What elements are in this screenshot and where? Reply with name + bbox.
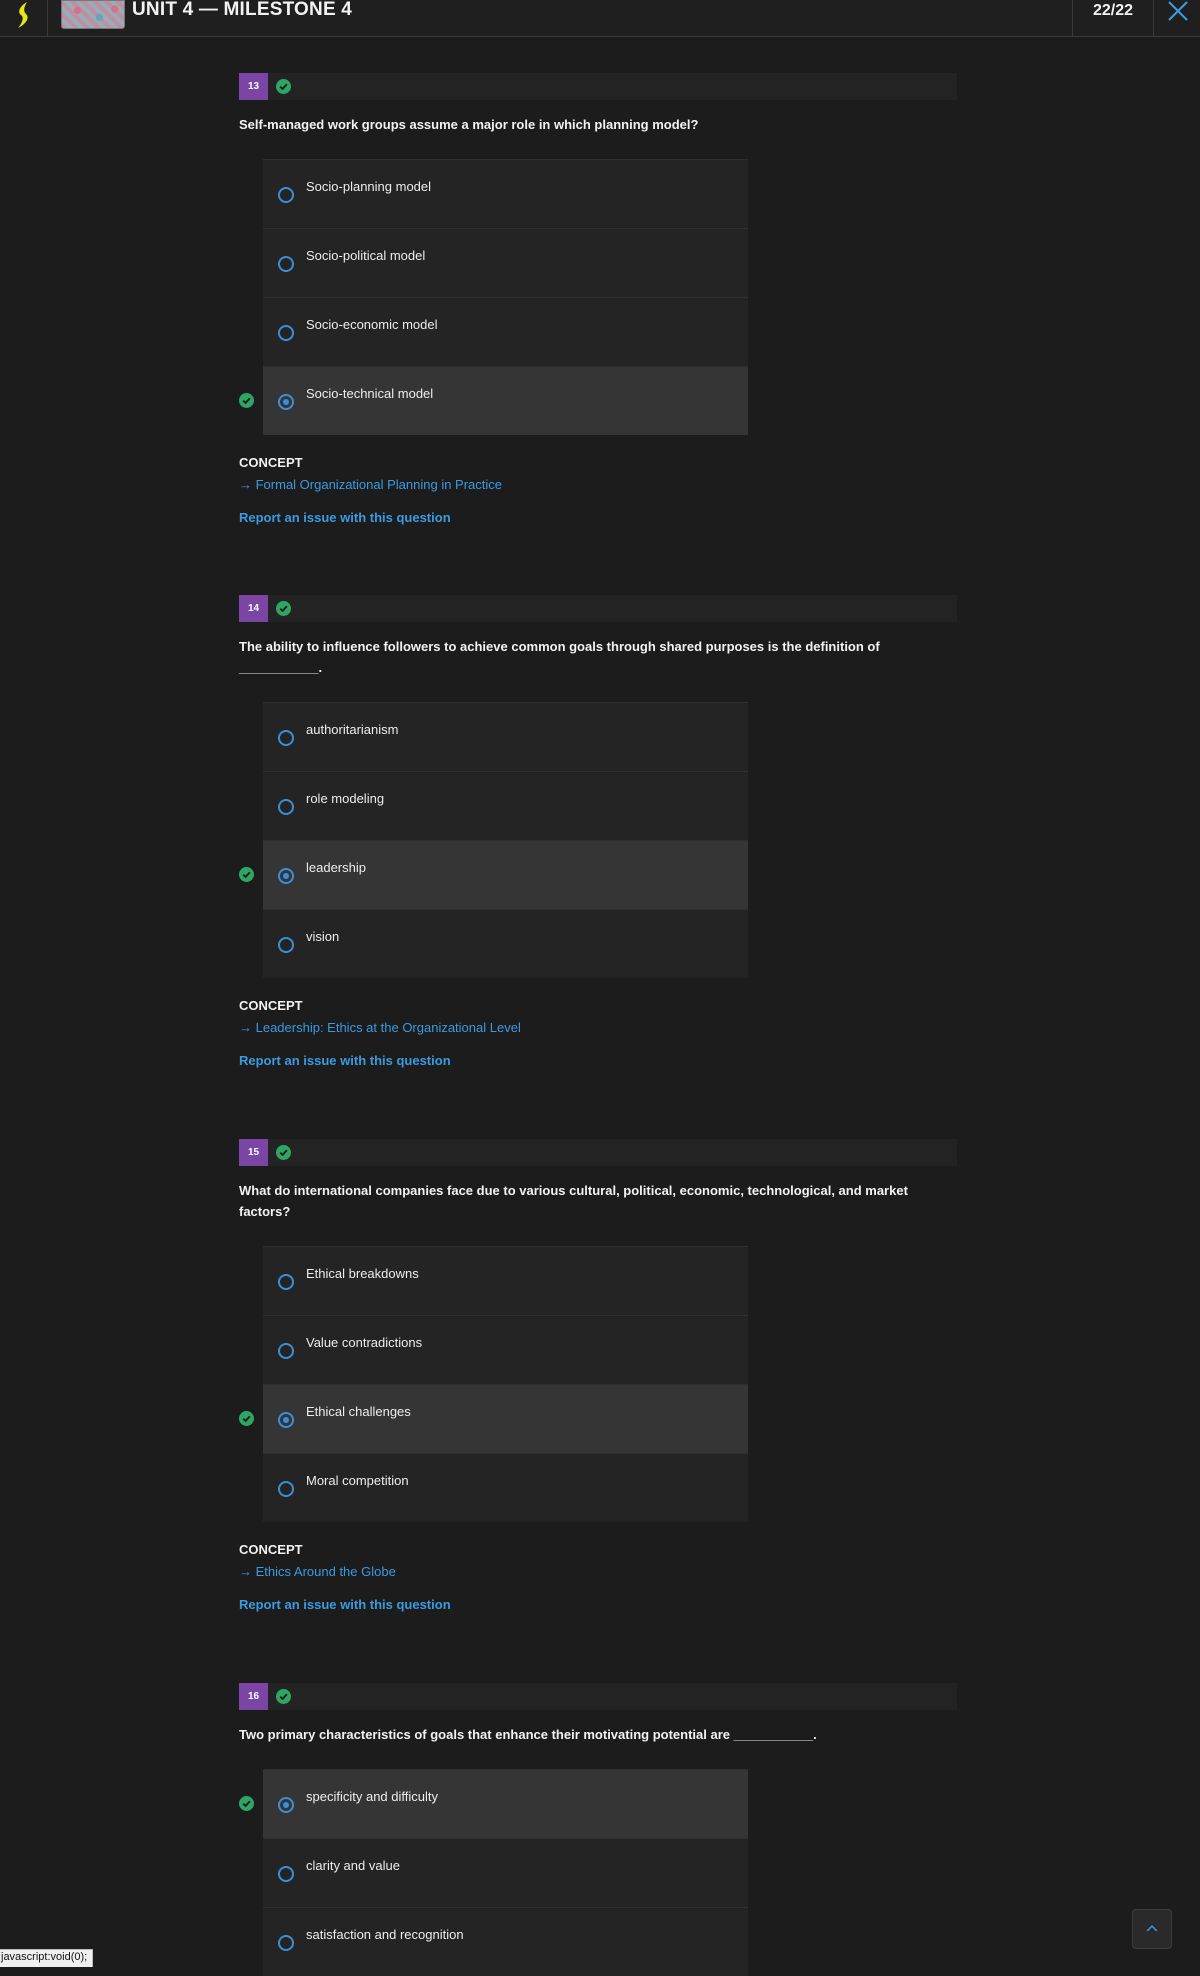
report-issue-link[interactable]: Report an issue with this question (239, 1053, 957, 1068)
check-circle-icon (276, 79, 291, 94)
report-issue-link[interactable]: Report an issue with this question (239, 1597, 957, 1612)
answer-option[interactable]: Socio-economic model (263, 297, 748, 366)
chevron-up-icon (1146, 1925, 1158, 1932)
answer-option-selected[interactable]: Socio-technical model (239, 366, 748, 435)
radio-button[interactable] (278, 1274, 294, 1290)
option-label: Value contradictions (306, 1335, 423, 1350)
header-divider (1153, 0, 1154, 36)
answer-option[interactable]: Moral competition (263, 1453, 748, 1522)
option-label: Socio-technical model (306, 386, 434, 401)
question-text: What do international companies face due… (239, 1183, 908, 1219)
option-label: Socio-economic model (306, 317, 438, 332)
concept-heading: CONCEPT (239, 455, 303, 470)
option-label: leadership (306, 860, 366, 875)
unit-thumbnail (61, 0, 125, 29)
question-block: 14 The ability to influence followers to… (239, 595, 957, 1068)
answer-option[interactable]: Ethical breakdowns (263, 1246, 748, 1315)
answer-option[interactable]: authoritarianism (263, 702, 748, 771)
scroll-to-top-button[interactable] (1132, 1909, 1172, 1949)
radio-button[interactable] (278, 730, 294, 746)
question-text: Self-managed work groups assume a major … (239, 117, 699, 132)
option-label: Moral competition (306, 1473, 409, 1488)
top-bar: UNIT 4 — MILESTONE 4 22/22 (0, 0, 1200, 37)
option-label: Socio-political model (306, 248, 426, 263)
answer-option[interactable]: clarity and value (263, 1838, 748, 1907)
status-bar-url: javascript:void(0); (0, 1949, 94, 1967)
question-number-badge: 13 (239, 73, 268, 100)
answer-option[interactable]: Socio-planning model (263, 159, 748, 228)
question-header: 13 (239, 73, 957, 100)
answer-option-selected[interactable]: specificity and difficulty (239, 1769, 748, 1838)
option-label: satisfaction and recognition (306, 1927, 464, 1942)
concept-heading: CONCEPT (239, 998, 303, 1013)
answer-option[interactable]: vision (263, 909, 748, 978)
question-number-badge: 15 (239, 1139, 268, 1166)
check-circle-icon (276, 601, 291, 616)
score-counter: 22/22 (1092, 2, 1134, 19)
option-label: role modeling (306, 791, 385, 806)
question-header: 15 (239, 1139, 957, 1166)
check-circle-icon (239, 1411, 254, 1426)
answer-options: specificity and difficulty clarity and v… (239, 1769, 957, 1976)
answer-option[interactable]: satisfaction and recognition (263, 1907, 748, 1976)
radio-button[interactable] (278, 868, 294, 884)
radio-button[interactable] (278, 1343, 294, 1359)
question-block: 15 What do international companies face … (239, 1139, 957, 1612)
concept-link[interactable]: → Formal Organizational Planning in Prac… (239, 477, 957, 492)
radio-button[interactable] (278, 187, 294, 203)
answer-option[interactable]: role modeling (263, 771, 748, 840)
option-label: Ethical breakdowns (306, 1266, 419, 1281)
radio-button[interactable] (278, 1935, 294, 1951)
question-header: 16 (239, 1683, 957, 1710)
radio-button[interactable] (278, 937, 294, 953)
check-circle-icon (276, 1689, 291, 1704)
radio-button[interactable] (278, 1866, 294, 1882)
answer-option[interactable]: Value contradictions (263, 1315, 748, 1384)
lightning-icon[interactable] (8, 0, 38, 30)
close-icon[interactable] (1163, 0, 1193, 26)
question-text: Two primary characteristics of goals tha… (239, 1727, 817, 1742)
question-number-badge: 16 (239, 1683, 268, 1710)
radio-button[interactable] (278, 1481, 294, 1497)
answer-option-selected[interactable]: leadership (239, 840, 748, 909)
report-issue-link[interactable]: Report an issue with this question (239, 510, 957, 525)
radio-button[interactable] (278, 799, 294, 815)
radio-button[interactable] (278, 394, 294, 410)
answer-options: Socio-planning model Socio-political mod… (239, 159, 957, 435)
check-circle-icon (239, 867, 254, 882)
question-header: 14 (239, 595, 957, 622)
radio-button[interactable] (278, 1412, 294, 1428)
radio-button[interactable] (278, 256, 294, 272)
option-label: vision (306, 929, 340, 944)
check-circle-icon (276, 1145, 291, 1160)
question-text: The ability to influence followers to ac… (239, 639, 880, 675)
radio-button[interactable] (278, 325, 294, 341)
concept-link[interactable]: → Ethics Around the Globe (239, 1564, 957, 1579)
page-title: UNIT 4 — MILESTONE 4 (132, 0, 353, 20)
radio-button[interactable] (278, 1797, 294, 1813)
option-label: clarity and value (306, 1858, 400, 1873)
answer-option-selected[interactable]: Ethical challenges (239, 1384, 748, 1453)
answer-option[interactable]: Socio-political model (263, 228, 748, 297)
option-label: Ethical challenges (306, 1404, 411, 1419)
option-label: specificity and difficulty (306, 1789, 438, 1804)
header-divider (47, 0, 48, 36)
question-block: 13 Self-managed work groups assume a maj… (239, 73, 957, 525)
concept-heading: CONCEPT (239, 1542, 303, 1557)
check-circle-icon (239, 393, 254, 408)
option-label: Socio-planning model (306, 179, 432, 194)
check-circle-icon (239, 1796, 254, 1811)
concept-link[interactable]: → Leadership: Ethics at the Organization… (239, 1020, 957, 1035)
answer-options: authoritarianism role modeling leadershi… (239, 702, 957, 978)
question-number-badge: 14 (239, 595, 268, 622)
question-block: 16 Two primary characteristics of goals … (239, 1683, 957, 1976)
answer-options: Ethical breakdowns Value contradictions … (239, 1246, 957, 1522)
option-label: authoritarianism (306, 722, 399, 737)
